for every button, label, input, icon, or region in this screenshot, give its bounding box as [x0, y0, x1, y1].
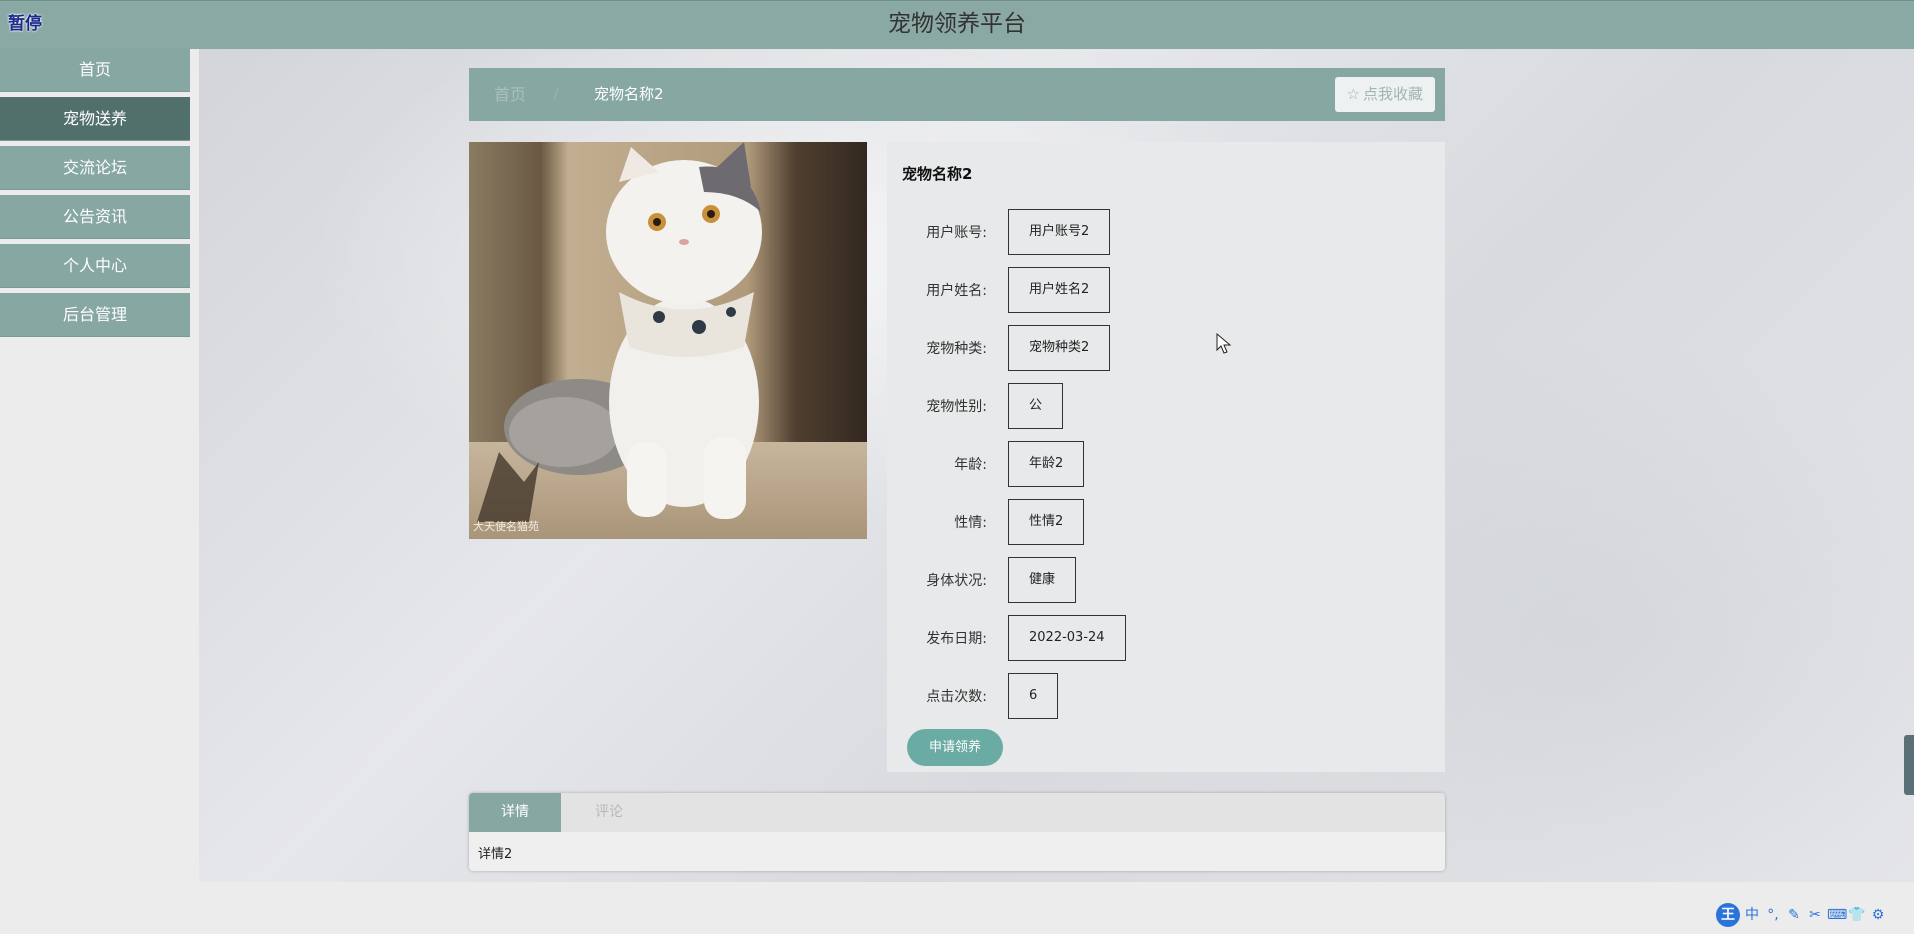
edge-scroll-handle[interactable]	[1904, 735, 1914, 795]
star-icon: ☆	[1346, 85, 1360, 103]
photo-watermark-text: 大天使名猫苑	[473, 519, 539, 533]
field-value-pet-species: 宠物种类2	[1008, 325, 1111, 371]
sidebar-nav: 首页 宠物送养 交流论坛 公告资讯 个人中心 后台管理	[0, 48, 190, 342]
settings-icon[interactable]: ⚙	[1869, 905, 1887, 925]
field-label-publish-date: 发布日期:	[926, 631, 987, 647]
tab-comments[interactable]: 评论	[561, 793, 657, 832]
field-label-temperament: 性情:	[954, 515, 987, 531]
skin-icon[interactable]: 👕	[1848, 905, 1866, 925]
tab-bar: 详情 评论	[469, 793, 1445, 832]
field-label-pet-species: 宠物种类:	[926, 341, 987, 357]
field-value-user-name: 用户姓名2	[1008, 267, 1111, 313]
field-value-temperament: 性情2	[1008, 499, 1085, 545]
sidebar-item-forum[interactable]: 交流论坛	[0, 146, 190, 190]
apply-adopt-button[interactable]: 申请领养	[907, 729, 1003, 766]
scissors-icon[interactable]: ✂	[1806, 905, 1824, 925]
tab-content-details: 详情2	[478, 847, 513, 862]
punctuation-icon[interactable]: °,	[1764, 905, 1782, 925]
breadcrumb: 首页 / 宠物名称2 ☆ 点我收藏	[469, 68, 1445, 121]
pen-icon[interactable]: ✎	[1785, 905, 1803, 925]
field-label-age: 年龄:	[954, 457, 987, 473]
pet-photo: 大天使名猫苑	[469, 142, 867, 539]
page-footer-strip	[199, 882, 1914, 934]
field-value-publish-date: 2022-03-24	[1008, 615, 1126, 661]
field-label-click-count: 点击次数:	[926, 689, 987, 705]
field-label-user-name: 用户姓名:	[926, 283, 987, 299]
ime-toolbar: 王 中 °, ✎ ✂ ⌨ 👕 ⚙	[1716, 902, 1887, 928]
pet-cat-illustration: 大天使名猫苑	[469, 142, 867, 539]
favorite-label: 点我收藏	[1362, 85, 1423, 103]
keyboard-icon[interactable]: ⌨	[1827, 905, 1847, 925]
field-value-pet-gender: 公	[1008, 383, 1064, 429]
breadcrumb-separator: /	[554, 86, 559, 102]
top-header: 宠物领养平台 暂停	[0, 0, 1914, 49]
sidebar-item-home[interactable]: 首页	[0, 48, 190, 92]
detail-tabs: 详情 评论 详情2	[469, 793, 1445, 871]
field-label-pet-gender: 宠物性别:	[926, 399, 987, 415]
sidebar-item-profile[interactable]: 个人中心	[0, 244, 190, 288]
ime-logo-icon[interactable]: 王	[1716, 903, 1740, 927]
favorite-button[interactable]: ☆ 点我收藏	[1334, 77, 1435, 112]
field-value-age: 年龄2	[1008, 441, 1085, 487]
tab-details[interactable]: 详情	[469, 793, 561, 832]
mouse-pointer-icon	[1216, 333, 1232, 354]
field-label-user-account: 用户账号:	[926, 225, 987, 241]
site-title: 宠物领养平台	[888, 11, 1026, 37]
pause-button[interactable]: 暂停	[8, 9, 42, 34]
field-label-health: 身体状况:	[926, 573, 987, 589]
sidebar-item-admin[interactable]: 后台管理	[0, 293, 190, 337]
sidebar-item-pet-rehoming[interactable]: 宠物送养	[0, 97, 190, 141]
sidebar-item-announcements[interactable]: 公告资讯	[0, 195, 190, 239]
field-value-user-account: 用户账号2	[1008, 209, 1111, 255]
pet-detail-panel: 宠物名称2 用户账号: 用户账号2 用户姓名: 用户姓名2 宠物种类: 宠物种类…	[887, 142, 1445, 772]
field-value-click-count: 6	[1008, 673, 1059, 719]
breadcrumb-home-link[interactable]: 首页	[494, 68, 526, 121]
ime-mode-toggle[interactable]: 中	[1743, 905, 1761, 925]
breadcrumb-current: 宠物名称2	[594, 85, 664, 103]
pet-name-heading: 宠物名称2	[902, 165, 973, 183]
field-value-health: 健康	[1008, 557, 1077, 603]
